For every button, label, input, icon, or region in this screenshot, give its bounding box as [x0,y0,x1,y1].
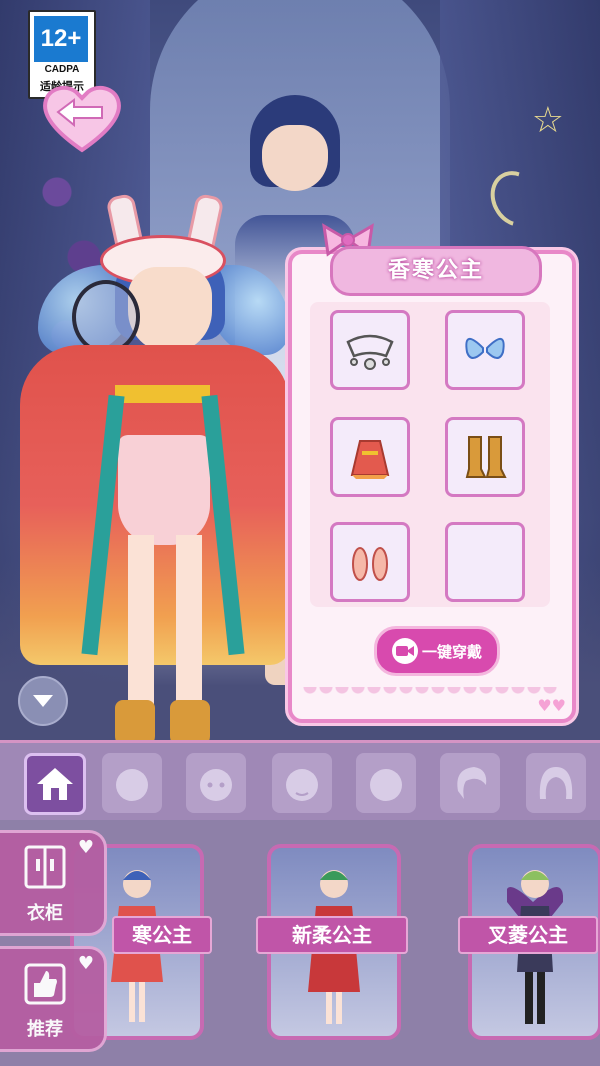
outfit-card-1-label: 寒公主 [112,916,212,954]
tab-home[interactable] [24,753,86,815]
hair-icon [539,767,573,799]
slot-headpiece[interactable] [330,310,410,390]
outfit-title: 香寒公主 [330,246,542,296]
face-icon [286,769,318,801]
boot-right [170,700,210,740]
main-character[interactable] [20,192,290,740]
boots-icon [465,436,507,478]
age-rating: 12+ [34,16,88,62]
slot-empty[interactable] [445,522,525,602]
face-icon [370,769,402,801]
category-tab-bar [0,740,600,823]
outfit-slots [310,302,550,607]
face-icon [200,769,232,801]
thumbs-up-icon [24,963,66,1005]
age-rating-org: CADPA [44,64,80,75]
wear-all-button[interactable]: 一键穿戴 [374,626,500,676]
outfit-card-3-label: 叉菱公主 [458,916,598,954]
tab-face-3[interactable] [272,753,332,813]
tiara-icon [346,334,394,370]
recommend-button[interactable]: ♥ 推荐 [0,946,107,1052]
scroll-down-button[interactable] [18,676,68,726]
slot-shoes[interactable] [330,522,410,602]
tab-face-2[interactable] [186,753,246,813]
shoes-icon [352,547,388,581]
boot-left [115,700,155,740]
wardrobe-icon [24,845,66,889]
wear-all-label: 一键穿戴 [421,642,482,661]
slot-dress[interactable] [330,417,410,497]
hand-fan [72,280,140,354]
outfit-panel: 香寒公主 一键穿戴 ♥♥ [288,223,576,723]
wardrobe-button[interactable]: ♥ 衣柜 [0,830,107,936]
heart-icon: ♥ [77,837,94,858]
heart-icon: ♥ [77,953,94,974]
tab-hair-2[interactable] [526,753,586,813]
tab-face-4[interactable] [356,753,416,813]
star-decoration: ☆ [531,100,564,141]
house-icon [37,768,73,800]
character-face [128,267,212,353]
face-icon [116,769,148,801]
hair-icon [457,767,487,799]
slot-boots[interactable] [445,417,525,497]
tab-face-1[interactable] [102,753,162,813]
hearts-decoration: ♥♥ [537,696,566,715]
dress-icon [350,440,390,479]
wardrobe-label: 衣柜 [27,903,63,924]
video-camera-icon [391,638,418,664]
panel-scallop-trim [302,687,557,699]
back-button[interactable] [40,82,124,154]
wings-icon [465,338,505,359]
chevron-down-icon [33,695,53,707]
recommend-label: 推荐 [27,1019,63,1040]
tab-hair-1[interactable] [440,753,500,813]
slot-wings[interactable] [445,310,525,390]
outfit-card-2-label: 新柔公主 [256,916,408,954]
back-arrow-icon [43,85,121,153]
